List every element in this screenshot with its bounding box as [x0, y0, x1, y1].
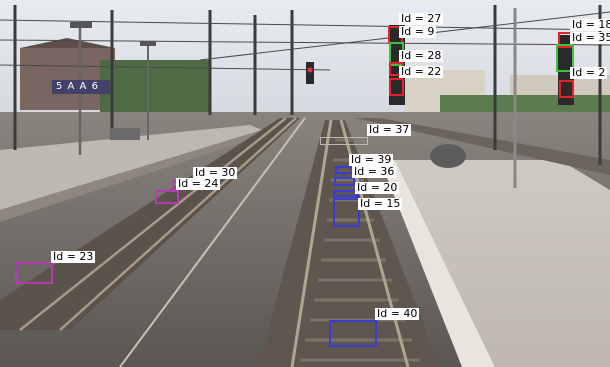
detection-box-15 — [333, 195, 360, 227]
scene-photo — [0, 0, 610, 367]
detection-label-9: Id = 9 — [399, 25, 437, 38]
detection-box-24 — [155, 190, 179, 204]
lamp-head-2 — [140, 41, 156, 46]
detection-box-2 — [559, 80, 574, 98]
platform-sign-text: 5 A A 6 — [56, 81, 99, 92]
detection-label-22: Id = 22 — [399, 65, 444, 78]
signal-far-light — [307, 67, 313, 73]
bench — [110, 128, 140, 140]
detection-label-27: Id = 27 — [399, 12, 444, 25]
detection-box-23 — [15, 262, 53, 284]
planter — [430, 144, 466, 168]
signal-far — [306, 62, 314, 84]
detection-box-22 — [389, 78, 404, 96]
detection-box-40 — [329, 320, 377, 347]
detection-label-40: Id = 40 — [375, 307, 420, 320]
detection-label-28: Id = 28 — [399, 49, 444, 62]
railway-scene: 5 A A 6 Id = 27 Id = 9 Id = 28 Id = 22 I… — [0, 0, 610, 367]
detection-box-39 — [335, 166, 353, 174]
detection-box-36 — [334, 177, 355, 186]
detection-label-36: Id = 36 — [352, 165, 397, 178]
detection-label-20: Id = 20 — [355, 181, 400, 194]
detection-box-37 — [320, 137, 368, 145]
detection-label-2: Id = 2 — [570, 66, 608, 79]
lamp-head-1 — [70, 22, 92, 28]
detection-label-37: Id = 37 — [367, 123, 412, 136]
detection-label-35: Id = 35 — [570, 32, 610, 44]
detection-label-24: Id = 24 — [176, 177, 221, 190]
detection-label-15: Id = 15 — [358, 197, 403, 210]
detection-label-23: Id = 23 — [51, 250, 96, 263]
detection-label-18: Id = 18 — [570, 19, 610, 31]
